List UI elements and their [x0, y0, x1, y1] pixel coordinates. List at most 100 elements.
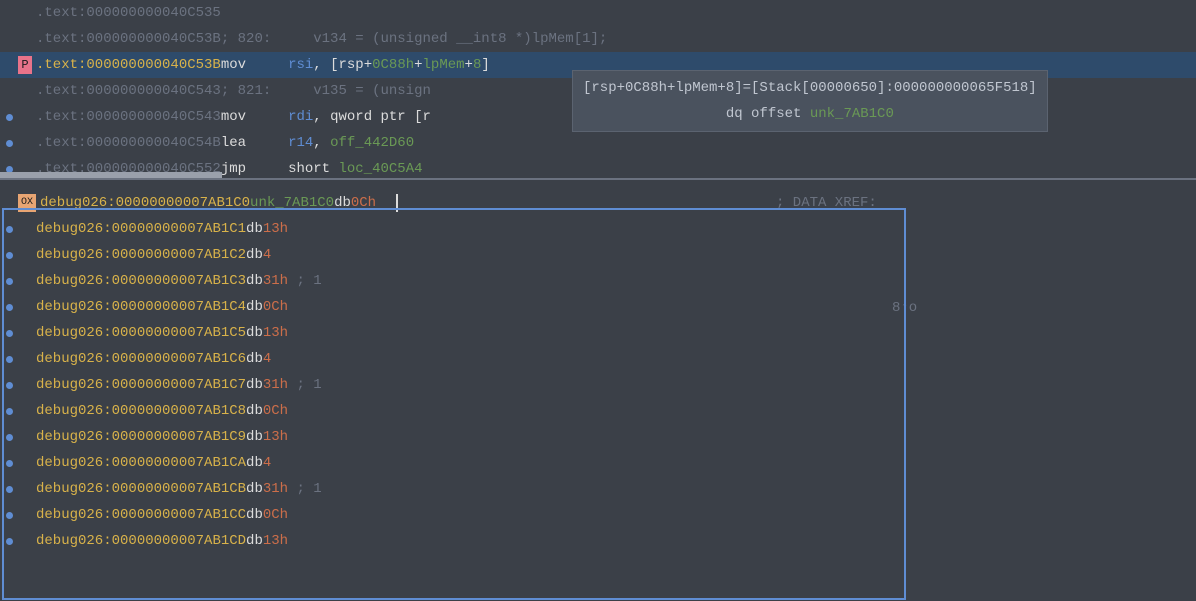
data-line[interactable]: debug026:00000000007AB1C7 db 31h ; 1	[0, 372, 1196, 398]
breakpoint-gutter[interactable]	[0, 398, 18, 424]
breakpoint-dot-icon	[6, 486, 13, 493]
disasm-view-bottom[interactable]: OXdebug026:00000000007AB1C0 unk_7AB1C0 d…	[0, 180, 1196, 600]
data-line[interactable]: debug026:00000000007AB1C4 db 0Ch	[0, 294, 1196, 320]
address: 00000000007AB1C1	[112, 216, 246, 242]
breakpoint-dot-icon	[6, 330, 13, 337]
breakpoint-gutter[interactable]	[0, 424, 18, 450]
address: .text:000000000040C53B	[36, 26, 221, 52]
breakpoint-gutter[interactable]	[0, 450, 18, 476]
ip-marker-icon: P	[18, 56, 32, 74]
byte-value: 13h	[263, 528, 288, 554]
breakpoint-dot-icon	[6, 382, 13, 389]
address: .text:000000000040C552	[36, 156, 221, 182]
byte-value: 4	[263, 450, 271, 476]
define-byte: db	[246, 294, 263, 320]
breakpoint-gutter[interactable]	[0, 156, 18, 182]
define-byte: db	[246, 502, 263, 528]
define-byte: db	[246, 346, 263, 372]
breakpoint-gutter[interactable]	[0, 476, 18, 502]
data-line[interactable]: debug026:00000000007AB1C6 db 4	[0, 346, 1196, 372]
byte-value: 0Ch	[263, 502, 288, 528]
define-byte: db	[334, 190, 351, 216]
operand-reg: r14	[288, 130, 313, 156]
horizontal-scrollbar[interactable]	[0, 172, 222, 178]
operand-reg: rdi	[288, 104, 313, 130]
breakpoint-dot-icon	[6, 356, 13, 363]
address: .text:000000000040C53B	[36, 52, 221, 78]
data-line[interactable]: debug026:00000000007AB1C2 db 4	[0, 242, 1196, 268]
disasm-line[interactable]: .text:000000000040C552 jmp short loc_40C…	[0, 156, 1196, 182]
disasm-line[interactable]: .text:000000000040C53B ; 820: v134 = (un…	[0, 26, 1196, 52]
breakpoint-gutter[interactable]	[0, 268, 18, 294]
data-line[interactable]: debug026:00000000007AB1CA db 4	[0, 450, 1196, 476]
segment-name: debug026:	[36, 268, 112, 294]
data-line[interactable]: debug026:00000000007AB1CD db 13h	[0, 528, 1196, 554]
breakpoint-gutter[interactable]	[0, 528, 18, 554]
breakpoint-gutter[interactable]	[0, 294, 18, 320]
data-line[interactable]: debug026:00000000007AB1CB db 31h ; 1	[0, 476, 1196, 502]
segment-name: debug026:	[36, 424, 112, 450]
segment-name: debug026:	[36, 216, 112, 242]
segment-name: debug026:	[36, 502, 112, 528]
segment-name: debug026:	[36, 450, 112, 476]
define-byte: db	[246, 398, 263, 424]
breakpoint-gutter[interactable]	[0, 346, 18, 372]
data-line[interactable]: debug026:00000000007AB1C1 db 13h	[0, 216, 1196, 242]
breakpoint-gutter[interactable]	[0, 104, 18, 130]
operand-symbol[interactable]: loc_40C5A4	[338, 156, 422, 182]
breakpoint-gutter[interactable]	[0, 52, 18, 78]
byte-value: 0Ch	[351, 190, 376, 216]
define-byte: db	[246, 216, 263, 242]
address: 00000000007AB1C7	[112, 372, 246, 398]
data-line[interactable]: debug026:00000000007AB1CC db 0Ch	[0, 502, 1196, 528]
operand-tooltip: [rsp+0C88h+lpMem+8]=[Stack[00000650]:000…	[572, 70, 1048, 132]
breakpoint-dot-icon	[6, 512, 13, 519]
breakpoint-dot-icon	[6, 434, 13, 441]
breakpoint-gutter[interactable]	[0, 320, 18, 346]
breakpoint-gutter[interactable]	[0, 372, 18, 398]
byte-comment: ; 1	[288, 476, 322, 502]
segment-name: debug026:	[40, 190, 116, 216]
define-byte: db	[246, 320, 263, 346]
address: 00000000007AB1CD	[112, 528, 246, 554]
disasm-line[interactable]: .text:000000000040C535	[0, 0, 1196, 26]
address: .text:000000000040C543	[36, 104, 221, 130]
data-label[interactable]: unk_7AB1C0	[250, 190, 334, 216]
byte-comment: ; 1	[288, 268, 322, 294]
byte-value: 13h	[263, 320, 288, 346]
data-line[interactable]: debug026:00000000007AB1C5 db 13h	[0, 320, 1196, 346]
breakpoint-gutter[interactable]	[0, 502, 18, 528]
segment-name: debug026:	[36, 398, 112, 424]
byte-value: 13h	[263, 424, 288, 450]
data-line[interactable]: debug026:00000000007AB1C9 db 13h	[0, 424, 1196, 450]
breakpoint-dot-icon	[6, 252, 13, 259]
breakpoint-gutter[interactable]	[0, 216, 18, 242]
byte-value: 31h	[263, 476, 288, 502]
breakpoint-gutter[interactable]	[0, 190, 18, 216]
define-byte: db	[246, 372, 263, 398]
data-line[interactable]: debug026:00000000007AB1C3 db 31h ; 1	[0, 268, 1196, 294]
breakpoint-dot-icon	[6, 226, 13, 233]
breakpoint-gutter[interactable]	[0, 26, 18, 52]
delimiter: ,	[313, 52, 330, 78]
address: 00000000007AB1CB	[112, 476, 246, 502]
breakpoint-dot-icon	[6, 114, 13, 121]
address: .text:000000000040C535	[36, 0, 221, 26]
operand-symbol[interactable]: off_442D60	[330, 130, 414, 156]
breakpoint-gutter[interactable]	[0, 0, 18, 26]
byte-value: 4	[263, 346, 271, 372]
segment-marker-icon: OX	[18, 194, 36, 212]
disasm-line[interactable]: .text:000000000040C54B lea r14, off_442D…	[0, 130, 1196, 156]
xref-comment[interactable]: ; DATA XREF:	[776, 190, 877, 216]
define-byte: db	[246, 242, 263, 268]
breakpoint-dot-icon	[6, 278, 13, 285]
data-line[interactable]: OXdebug026:00000000007AB1C0 unk_7AB1C0 d…	[0, 190, 1196, 216]
address: 00000000007AB1C2	[112, 242, 246, 268]
breakpoint-gutter[interactable]	[0, 242, 18, 268]
disasm-view-top[interactable]: .text:000000000040C535.text:000000000040…	[0, 0, 1196, 180]
data-line[interactable]: debug026:00000000007AB1C8 db 0Ch	[0, 398, 1196, 424]
breakpoint-gutter[interactable]	[0, 130, 18, 156]
breakpoint-gutter[interactable]	[0, 78, 18, 104]
mnemonic: mov	[221, 52, 288, 78]
breakpoint-dot-icon	[6, 460, 13, 467]
